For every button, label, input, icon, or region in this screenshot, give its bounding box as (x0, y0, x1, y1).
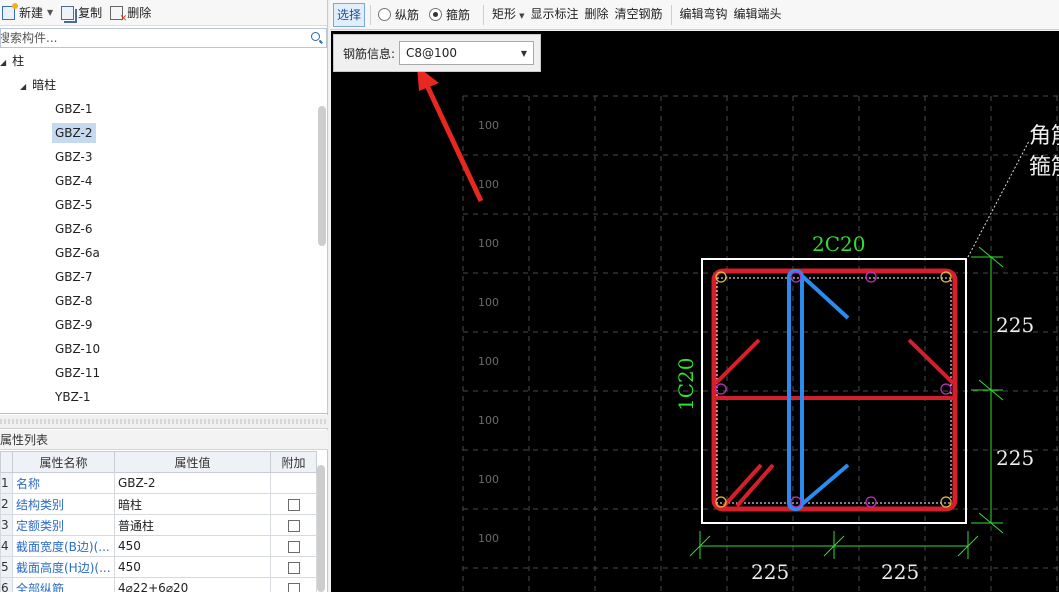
copy-icon (61, 5, 75, 20)
new-icon (2, 2, 18, 20)
search-icon[interactable] (311, 32, 320, 41)
component-tree: ◢ 柱 ◢ 暗柱 GBZ-1 GBZ-2 GBZ-3 GBZ-4 GBZ-5 GBZ… (0, 48, 328, 414)
table-header-row: 属性名称 属性值 附加 (0, 451, 317, 473)
grid-label: 100 (478, 473, 499, 486)
property-value[interactable]: 4⌀22+6⌀20 (114, 577, 271, 592)
expand-triangle-icon[interactable]: ◢ (20, 82, 26, 91)
table-row[interactable]: 1 名称 GBZ-2 (0, 472, 317, 494)
dimension-bottom-left: 225 (751, 560, 789, 584)
property-value[interactable]: GBZ-2 (114, 472, 271, 494)
drawing-canvas[interactable]: 100 100 100 100 100 100 100 100 角筋 箍筋 (331, 31, 1059, 592)
dimension-right-lower: 225 (996, 446, 1034, 470)
search-input[interactable] (1, 29, 326, 47)
stirrup-radio[interactable]: 箍筋 (429, 6, 470, 23)
column-header-extra: 附加 (270, 451, 317, 473)
tree-item-gbz-8[interactable]: GBZ-8 (52, 291, 96, 311)
extra-checkbox[interactable] (287, 540, 300, 553)
extra-checkbox[interactable] (287, 582, 300, 592)
bottom-dimension-lines (689, 531, 979, 559)
component-toolbar: 新建 ▼ 复制 删除 (0, 0, 327, 26)
dimension-bottom-right: 225 (881, 560, 919, 584)
grid-label: 100 (478, 355, 499, 368)
delete-rebar-button[interactable]: 删除 (581, 3, 611, 27)
tree-item-gbz-11[interactable]: GBZ-11 (52, 363, 103, 383)
grid-label: 100 (478, 414, 499, 427)
property-value[interactable]: 暗柱 (114, 493, 271, 515)
copy-button[interactable]: 复制 (59, 2, 108, 24)
tree-root-column[interactable]: ◢ 柱 (0, 50, 24, 72)
clear-rebar-button[interactable]: 清空钢筋 (611, 3, 665, 27)
tree-item-gbz-6a[interactable]: GBZ-6a (52, 243, 103, 263)
dimension-right-upper: 225 (996, 313, 1034, 337)
grid-label: 100 (478, 532, 499, 545)
property-scrollbar[interactable] (317, 465, 325, 592)
table-row[interactable]: 5 截面高度(H边)(... 450 (0, 556, 317, 578)
table-row[interactable]: 2 结构类别 暗柱 (0, 493, 317, 515)
red-arrow-annotation (417, 66, 484, 203)
tree-item-gbz-4[interactable]: GBZ-4 (52, 171, 96, 191)
table-row[interactable]: 3 定额类别 普通柱 (0, 514, 317, 536)
property-table: 属性名称 属性值 附加 1 名称 GBZ-2 2 结构类别 暗柱 3 定额类别 … (0, 451, 317, 592)
rebar-toolbar: 选择 纵筋 箍筋 矩形 ▼ 显示标注 删除 清空钢筋 编辑弯钩 编辑端头 (330, 0, 1059, 30)
new-button[interactable]: 新建 ▼ (0, 2, 59, 24)
section-drawing: 100 100 100 100 100 100 100 100 角筋 箍筋 (417, 66, 1059, 592)
column-header-name: 属性名称 (12, 451, 115, 473)
tree-item-gbz-1[interactable]: GBZ-1 (52, 99, 96, 119)
corner-note-1: 角筋 (1029, 124, 1059, 149)
grid-lines (462, 95, 1059, 592)
select-button[interactable]: 选择 (333, 2, 366, 27)
property-value[interactable]: 450 (114, 535, 271, 557)
leader-line (967, 140, 1030, 258)
property-value[interactable]: 普通柱 (114, 514, 271, 536)
app-window: 新建 ▼ 复制 删除 ◢柱 ◢暗柱 GBZ-1 GBZ-2 (0, 0, 1059, 592)
tree-group-hidden-column[interactable]: ◢ 暗柱 (20, 74, 56, 96)
column-header-value: 属性值 (114, 451, 271, 473)
property-value[interactable]: 450 (114, 556, 271, 578)
tree-item-gbz-2[interactable]: GBZ-2 (52, 123, 96, 143)
radio-checked-icon (429, 8, 443, 21)
longitudinal-radio[interactable]: 纵筋 (378, 6, 419, 23)
search-box (0, 28, 327, 48)
tree-item-gbz-10[interactable]: GBZ-10 (52, 339, 103, 359)
tree-item-ybz-1[interactable]: YBZ-1 (52, 387, 94, 407)
radio-icon (378, 8, 392, 21)
blue-tie[interactable] (787, 269, 850, 511)
extra-checkbox[interactable] (287, 498, 300, 511)
grid-label: 100 (478, 296, 499, 309)
tree-item-gbz-9[interactable]: GBZ-9 (52, 315, 96, 335)
rebar-info-label: 钢筋信息: (343, 46, 396, 61)
edit-end-button[interactable]: 编辑端头 (731, 3, 785, 27)
tree-item-gbz-5[interactable]: GBZ-5 (52, 195, 96, 215)
edit-hook-button[interactable]: 编辑弯钩 (677, 3, 731, 27)
rebar-info-panel: 钢筋信息: C8@100 ▼ (333, 34, 541, 72)
panel-splitter[interactable] (0, 415, 328, 429)
stirrup-hooks (714, 338, 955, 508)
top-rebar-label[interactable]: 2C20 (812, 232, 865, 256)
chevron-down-icon: ▼ (47, 8, 54, 17)
property-list-title: 属性列表 (0, 430, 328, 450)
expand-triangle-icon[interactable]: ◢ (0, 58, 6, 67)
show-label-button[interactable]: 显示标注 (527, 3, 581, 27)
rect-shape-menu[interactable]: 矩形 ▼ (489, 3, 527, 27)
tree-item-gbz-3[interactable]: GBZ-3 (52, 147, 96, 167)
chevron-down-icon[interactable]: ▼ (521, 49, 527, 58)
tree-scrollbar[interactable] (318, 106, 326, 246)
side-rebar-label[interactable]: 1C20 (674, 358, 698, 411)
rebar-info-select[interactable]: C8@100 ▼ (399, 41, 535, 65)
table-row[interactable]: 4 截面宽度(B边)(... 450 (0, 535, 317, 557)
extra-checkbox[interactable] (287, 519, 300, 532)
component-panel: 新建 ▼ 复制 删除 ◢柱 ◢暗柱 GBZ-1 GBZ-2 (0, 0, 328, 592)
delete-icon (110, 5, 127, 24)
tree-item-gbz-7[interactable]: GBZ-7 (52, 267, 96, 287)
delete-button[interactable]: 删除 (108, 2, 157, 24)
extra-checkbox[interactable] (287, 561, 300, 574)
grid-label: 100 (478, 178, 499, 191)
tree-item-gbz-6[interactable]: GBZ-6 (52, 219, 96, 239)
table-row[interactable]: 6 全部纵筋 4⌀22+6⌀20 (0, 577, 317, 592)
chevron-down-icon: ▼ (519, 11, 525, 20)
grid-label: 100 (478, 237, 499, 250)
grid-label: 100 (478, 119, 499, 132)
corner-note-2: 箍筋 (1029, 155, 1059, 180)
right-dimension-lines (971, 246, 1004, 534)
